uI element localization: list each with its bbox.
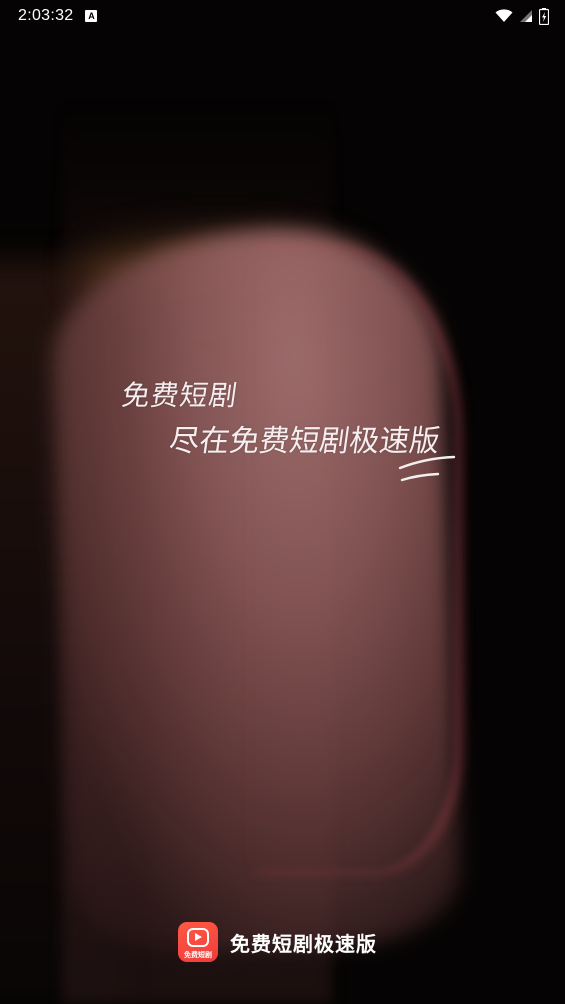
battery-charging-icon <box>539 7 549 25</box>
app-logo-text: 免费短剧 <box>184 951 212 959</box>
decorative-underline-strokes <box>398 455 456 482</box>
blurred-background-image <box>0 0 565 1004</box>
cellular-signal-icon <box>519 9 533 23</box>
app-name: 免费短剧极速版 <box>230 931 377 956</box>
status-time: 2:03:32 <box>18 7 74 24</box>
status-bar: 2:03:32 A <box>0 0 565 32</box>
wifi-icon <box>495 9 513 23</box>
slogan-line-1: 免费短剧 <box>119 379 241 412</box>
app-logo-icon: 免费短剧 <box>178 922 218 962</box>
app-brand: 免费短剧 免费短剧极速版 <box>178 922 377 962</box>
splash-screen: 2:03:32 A 免费短剧 尽在免费短剧极速版 免费短剧 免费短剧极速版 <box>0 0 565 1004</box>
notification-a-icon: A <box>85 10 98 22</box>
